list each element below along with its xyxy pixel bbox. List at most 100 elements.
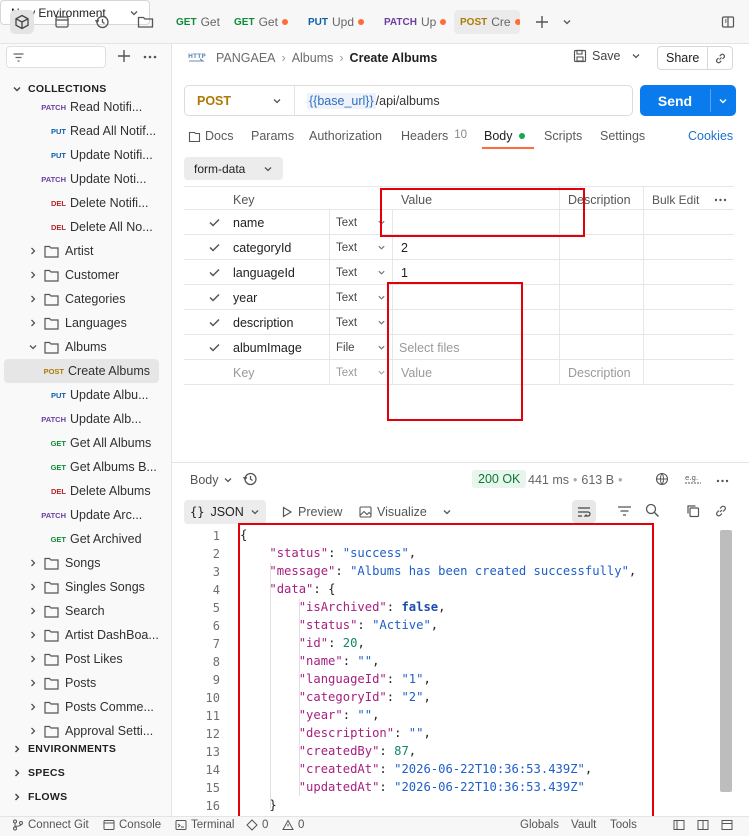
response-size[interactable]: 613 B bbox=[581, 473, 614, 487]
save-example-icon[interactable]: e.g. bbox=[684, 473, 704, 485]
row-checkbox[interactable] bbox=[208, 210, 220, 235]
sidebar-folder-item[interactable]: Customer bbox=[0, 263, 171, 287]
row-type-select[interactable]: Text bbox=[336, 310, 386, 335]
two-pane-icon[interactable] bbox=[673, 819, 685, 831]
sidebar-folder-item[interactable]: Posts Comme... bbox=[0, 695, 171, 719]
row-type-select[interactable]: Text bbox=[336, 260, 386, 285]
sidebar-folder-item[interactable]: Singles Songs bbox=[0, 575, 171, 599]
cube-icon[interactable] bbox=[10, 10, 34, 34]
response-format-select[interactable]: {} JSON bbox=[184, 500, 266, 524]
status-badge[interactable]: 200 OK bbox=[472, 470, 527, 488]
sidebar-folder-item[interactable]: Artist bbox=[0, 239, 171, 263]
sidebar-folder-item[interactable]: Artist DashBoa... bbox=[0, 623, 171, 647]
vault-button[interactable]: Vault bbox=[571, 819, 596, 831]
sidebar-request-item[interactable]: GET Get Archived bbox=[0, 527, 171, 551]
method-select[interactable]: POST bbox=[185, 86, 295, 115]
breadcrumb-folder[interactable]: Albums bbox=[292, 51, 334, 65]
response-body-select[interactable]: Body bbox=[190, 473, 233, 487]
filter-response-icon[interactable] bbox=[617, 505, 632, 517]
environment-quick-look-icon[interactable] bbox=[716, 10, 740, 34]
sidebar-request-item[interactable]: PUT Update Notifi... bbox=[0, 143, 171, 167]
sidebar-more-icon[interactable] bbox=[143, 55, 157, 59]
wrap-lines-icon[interactable] bbox=[572, 500, 596, 523]
link-icon[interactable] bbox=[714, 504, 728, 518]
cookies-link[interactable]: Cookies bbox=[688, 129, 733, 143]
row-type-select[interactable]: File bbox=[336, 335, 386, 360]
sidebar-section-flows[interactable]: FLOWS bbox=[12, 785, 171, 809]
save-button[interactable]: Save bbox=[573, 49, 621, 63]
row-key[interactable]: year bbox=[233, 285, 257, 310]
api-icon[interactable] bbox=[50, 10, 74, 34]
globals-button[interactable]: Globals bbox=[520, 819, 559, 831]
row-checkbox[interactable] bbox=[208, 235, 220, 260]
sidebar-request-item[interactable]: PATCH Update Arc... bbox=[0, 503, 171, 527]
row-type-select[interactable]: Text bbox=[336, 210, 386, 235]
sidebar-request-item[interactable]: GET Get All Albums bbox=[0, 431, 171, 455]
new-description-input[interactable]: Description bbox=[568, 360, 631, 385]
sidebar-folder-item[interactable]: Albums bbox=[0, 335, 171, 359]
sidebar-folder-item[interactable]: Posts bbox=[0, 671, 171, 695]
tab-get-2[interactable]: GET Get bbox=[228, 10, 294, 34]
search-icon[interactable] bbox=[645, 503, 660, 518]
tabs-chevron-down-icon[interactable] bbox=[555, 10, 579, 34]
tab-patch[interactable]: PATCH Up bbox=[378, 10, 448, 34]
layout-icon[interactable] bbox=[697, 819, 709, 831]
sidebar-folder-item[interactable]: Categories bbox=[0, 287, 171, 311]
tab-get-1[interactable]: GET Get: bbox=[170, 10, 222, 34]
send-button[interactable]: Send bbox=[640, 85, 736, 116]
globe-icon[interactable] bbox=[655, 472, 669, 486]
row-key[interactable]: languageId bbox=[233, 260, 295, 285]
sidebar-request-item[interactable]: DEL Delete All No... bbox=[0, 215, 171, 239]
tab-params[interactable]: Params bbox=[251, 129, 294, 143]
sidebar-request-item[interactable]: PATCH Update Alb... bbox=[0, 407, 171, 431]
history-icon[interactable] bbox=[90, 10, 114, 34]
sidebar-request-item[interactable]: PATCH Read Notifi... bbox=[0, 95, 171, 119]
folder-icon[interactable] bbox=[133, 10, 157, 34]
sidebar-request-item[interactable]: DEL Delete Notifi... bbox=[0, 191, 171, 215]
warnings-indicator[interactable]: 0 bbox=[282, 819, 304, 831]
visualize-chevron-icon[interactable] bbox=[442, 507, 452, 517]
row-key[interactable]: name bbox=[233, 210, 264, 235]
row-checkbox[interactable] bbox=[208, 260, 220, 285]
new-type-select[interactable]: Text bbox=[336, 360, 386, 385]
response-more-icon[interactable] bbox=[716, 479, 729, 483]
save-options-chevron-icon[interactable] bbox=[631, 51, 641, 61]
preview-button[interactable]: Preview bbox=[281, 505, 342, 519]
response-scrollbar[interactable] bbox=[720, 530, 732, 792]
row-value[interactable]: 2 bbox=[401, 235, 408, 260]
share-button[interactable]: Share bbox=[657, 46, 733, 70]
errors-indicator[interactable]: 0 bbox=[246, 819, 268, 831]
response-time[interactable]: 441 ms bbox=[528, 473, 569, 487]
body-mode-select[interactable]: form-data bbox=[184, 157, 283, 180]
tab-headers[interactable]: Headers 10 bbox=[401, 129, 467, 143]
new-key-input[interactable]: Key bbox=[233, 360, 255, 385]
sidebar-request-item[interactable]: POST Create Albums bbox=[4, 359, 159, 383]
sidebar-request-item[interactable]: PATCH Update Noti... bbox=[0, 167, 171, 191]
row-checkbox[interactable] bbox=[208, 335, 220, 360]
sidebar-filter-input[interactable] bbox=[6, 46, 106, 68]
connect-git-button[interactable]: Connect Git bbox=[12, 819, 89, 831]
tab-docs[interactable]: Docs bbox=[188, 129, 233, 143]
sidebar-request-item[interactable]: DEL Delete Albums bbox=[0, 479, 171, 503]
send-options-chevron-icon[interactable] bbox=[718, 96, 728, 106]
new-tab-plus-icon[interactable] bbox=[530, 10, 554, 34]
response-history-icon[interactable] bbox=[242, 471, 258, 487]
row-key[interactable]: categoryId bbox=[233, 235, 291, 260]
terminal-button[interactable]: Terminal bbox=[175, 819, 234, 831]
tools-button[interactable]: Tools bbox=[610, 819, 637, 831]
breadcrumb-workspace[interactable]: PANGAEA bbox=[216, 51, 276, 65]
tab-put[interactable]: PUT Upd bbox=[302, 10, 372, 34]
row-checkbox[interactable] bbox=[208, 285, 220, 310]
sidebar-request-item[interactable]: GET Get Albums B... bbox=[0, 455, 171, 479]
table-more-icon[interactable] bbox=[714, 187, 727, 212]
sidebar-section-environments[interactable]: ENVIRONMENTS bbox=[12, 737, 171, 761]
bulk-edit-button[interactable]: Bulk Edit bbox=[652, 187, 699, 212]
visualize-button[interactable]: Visualize bbox=[359, 505, 427, 519]
console-button[interactable]: Console bbox=[103, 819, 161, 831]
row-key[interactable]: description bbox=[233, 310, 293, 335]
row-type-select[interactable]: Text bbox=[336, 285, 386, 310]
sidebar-folder-item[interactable]: Post Likes bbox=[0, 647, 171, 671]
tab-settings[interactable]: Settings bbox=[600, 129, 645, 143]
row-type-select[interactable]: Text bbox=[336, 235, 386, 260]
copy-icon[interactable] bbox=[686, 504, 700, 518]
